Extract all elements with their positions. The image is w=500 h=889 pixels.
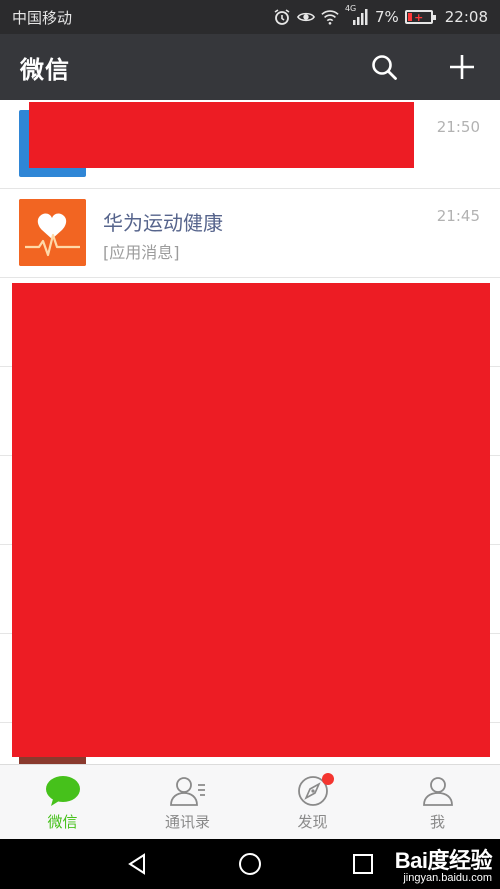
tab-label: 发现 <box>297 813 328 831</box>
cellular-signal-icon: 4G <box>345 4 369 26</box>
home-circle-icon <box>238 853 261 875</box>
avatar <box>19 199 86 266</box>
network-badge: 4G <box>344 4 357 13</box>
back-triangle-icon <box>127 853 145 875</box>
page-title: 微信 <box>20 55 70 84</box>
tab-discover[interactable]: 发现 <box>250 765 375 839</box>
tab-chats[interactable]: 微信 <box>0 765 125 839</box>
chat-time: 21:50 <box>436 118 480 136</box>
chat-list[interactable]: 21:50 华为运动健康 [应用消息] 21:45 <box>0 100 500 764</box>
bottom-tab-bar: 微信 通讯录 发现 我 <box>0 764 500 839</box>
chat-time: 21:45 <box>436 207 480 225</box>
status-icons: 4G 7% + 22:08 <box>273 4 488 26</box>
watermark-brand: Bai度经验 <box>394 848 493 873</box>
heart-pulse-icon <box>19 199 86 266</box>
chat-name: 华为运动健康 <box>103 211 223 235</box>
watermark-url: jingyan.baidu.com <box>403 872 492 884</box>
back-button[interactable] <box>117 844 157 884</box>
chat-preview: [应用消息] <box>103 243 180 262</box>
chat-row[interactable]: 21:50 <box>0 100 500 189</box>
add-button[interactable] <box>444 49 480 85</box>
tab-label: 我 <box>429 813 445 831</box>
search-icon <box>372 55 397 80</box>
tab-label: 通讯录 <box>164 813 210 831</box>
redaction-block <box>12 283 490 757</box>
alarm-icon <box>273 8 291 26</box>
clock: 22:08 <box>444 8 488 26</box>
chat-row[interactable]: 华为运动健康 [应用消息] 21:45 <box>0 189 500 278</box>
wifi-icon <box>321 8 339 26</box>
search-button[interactable] <box>366 49 402 85</box>
watermark: Bai度经验 jingyan.baidu.com <box>394 843 493 884</box>
chat-bubble-icon <box>45 776 80 806</box>
carrier-name: 中国移动 <box>12 8 73 27</box>
contacts-icon <box>169 777 205 806</box>
tab-contacts[interactable]: 通讯录 <box>125 765 250 839</box>
eye-comfort-icon <box>296 8 315 26</box>
recents-square-icon <box>353 854 374 874</box>
notification-badge <box>322 773 334 785</box>
tab-me[interactable]: 我 <box>375 765 500 839</box>
recents-button[interactable] <box>343 844 383 884</box>
person-icon <box>422 777 453 806</box>
plus-icon <box>450 55 474 79</box>
header-actions <box>366 49 480 85</box>
app-header: 微信 <box>0 34 500 100</box>
status-bar: 中国移动 4G 7% + 22:08 <box>0 0 500 34</box>
battery-percent: 7% <box>374 8 399 26</box>
battery-icon: + <box>404 10 436 24</box>
home-button[interactable] <box>230 844 270 884</box>
redaction-block <box>29 102 414 168</box>
tab-label: 微信 <box>47 813 78 831</box>
